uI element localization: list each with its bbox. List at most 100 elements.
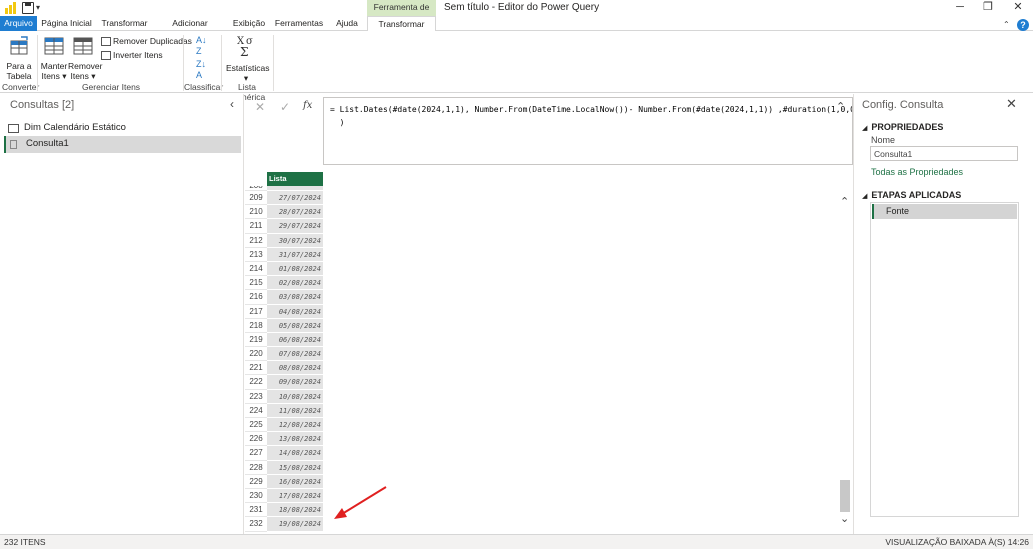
row-number[interactable]: 231 (245, 503, 267, 518)
formula-line-2: ) (330, 118, 345, 127)
row-number[interactable]: 230 (245, 488, 267, 504)
remove-duplicates-button[interactable]: Remover Duplicadas (101, 36, 192, 47)
fx-icon[interactable]: fx (303, 100, 312, 111)
remove-items-button[interactable]: Remover Itens ▾ (68, 34, 102, 81)
row-number[interactable]: 227 (245, 446, 267, 461)
row-number[interactable]: 221 (245, 361, 267, 376)
row-number[interactable]: 226 (245, 432, 267, 447)
row-number[interactable]: 232 (245, 517, 267, 532)
save-icon[interactable] (22, 2, 34, 14)
collapse-ribbon-icon[interactable]: ⌃ (1003, 20, 1010, 29)
table-row: 213 31/07/2024 (245, 247, 323, 262)
cell-value[interactable]: 08/08/2024 (267, 361, 323, 376)
query-item-dim-calendario[interactable]: Dim Calendário Estático (4, 120, 241, 137)
row-number[interactable]: 222 (245, 375, 267, 390)
table-row: 210 28/07/2024 (245, 205, 323, 220)
all-properties-link[interactable]: Todas as Propriedades (871, 167, 963, 177)
properties-section-header[interactable]: ◢ PROPRIEDADES (862, 122, 943, 132)
help-icon[interactable]: ? (1017, 18, 1029, 31)
row-number[interactable]: 218 (245, 318, 267, 333)
to-table-button[interactable]: Para a Tabela (4, 34, 34, 81)
row-number[interactable]: 225 (245, 418, 267, 433)
scroll-down-icon[interactable]: ⌄ (840, 512, 849, 525)
cell-value[interactable]: 01/08/2024 (267, 261, 323, 277)
keep-items-button[interactable]: Manter Itens ▾ (40, 34, 68, 81)
cell-value[interactable]: 09/08/2024 (267, 375, 323, 390)
cell-value[interactable]: 03/08/2024 (267, 290, 323, 305)
statistics-label-1: Estatísticas (226, 63, 270, 73)
tab-transformar-lista[interactable]: Transformar (367, 16, 436, 32)
cell-value[interactable]: 15/08/2024 (267, 460, 323, 475)
query-item-label: Dim Calendário Estático (24, 122, 126, 133)
cell-value[interactable]: 30/07/2024 (267, 233, 323, 248)
commit-formula-icon[interactable]: ✓ (280, 100, 290, 114)
quick-access-dropdown-icon[interactable]: ▾ (36, 3, 40, 12)
tab-transformar[interactable]: Transformar (97, 16, 152, 31)
restore-button[interactable]: ❐ (974, 0, 1002, 16)
power-bi-logo-icon (4, 2, 16, 14)
tab-ajuda[interactable]: Ajuda (332, 16, 362, 31)
sort-ascending-icon[interactable]: A↓ Z (196, 35, 207, 57)
row-number[interactable]: 211 (245, 219, 267, 234)
query-name-input[interactable] (870, 146, 1018, 161)
close-window-button[interactable]: ✕ (1004, 0, 1032, 16)
cell-value[interactable]: 04/08/2024 (267, 304, 323, 319)
row-number[interactable]: 210 (245, 205, 267, 220)
row-number[interactable]: 217 (245, 304, 267, 319)
row-number[interactable]: 212 (245, 233, 267, 248)
cell-value[interactable]: 18/08/2024 (267, 503, 323, 518)
applied-step-fonte[interactable]: Fonte (872, 204, 1017, 219)
cell-value[interactable]: 12/08/2024 (267, 418, 323, 433)
table-row: 211 29/07/2024 (245, 219, 323, 234)
cell-value[interactable]: 14/08/2024 (267, 446, 323, 461)
row-number[interactable]: 219 (245, 332, 267, 348)
query-item-consulta1[interactable]: Consulta1 (4, 136, 241, 153)
collapse-triangle-icon: ◢ (862, 193, 868, 200)
cell-value[interactable]: 10/08/2024 (267, 389, 323, 404)
tab-ferramentas[interactable]: Ferramentas (274, 16, 324, 31)
cancel-formula-icon[interactable]: ✕ (255, 100, 265, 114)
vertical-scrollbar-thumb[interactable] (840, 480, 850, 512)
statistics-button[interactable]: X σ Σ Estatísticas ▾ (226, 34, 270, 83)
collapse-panel-icon[interactable]: ‹ (230, 97, 234, 111)
tab-arquivo[interactable]: Arquivo (0, 16, 37, 31)
row-number[interactable]: 213 (245, 247, 267, 262)
cell-value[interactable]: 19/08/2024 (267, 517, 323, 532)
scroll-up-icon[interactable]: ⌃ (840, 195, 849, 208)
applied-steps-section-header[interactable]: ◢ ETAPAS APLICADAS (862, 190, 961, 200)
cell-value[interactable]: 31/07/2024 (267, 247, 323, 262)
cell-value[interactable]: 17/08/2024 (267, 488, 323, 504)
keep-items-label-2: Itens ▾ (41, 71, 67, 81)
tab-adicionar-coluna[interactable]: Adicionar Coluna (158, 16, 222, 42)
reverse-items-button[interactable]: Inverter Itens (101, 50, 163, 61)
minimize-button[interactable]: ─ (946, 0, 974, 16)
cell-value[interactable]: 07/08/2024 (267, 347, 323, 362)
row-number[interactable]: 228 (245, 460, 267, 475)
expand-formula-icon[interactable]: ⌃ (836, 100, 845, 113)
cell-value[interactable]: 02/08/2024 (267, 276, 323, 291)
sort-descending-icon[interactable]: Z↓ A (196, 59, 206, 81)
formula-input[interactable]: = List.Dates(#date(2024,1,1), Number.Fro… (323, 97, 853, 165)
cell-value[interactable]: 29/07/2024 (267, 219, 323, 234)
tab-exibicao[interactable]: Exibição (229, 16, 269, 31)
cell-value[interactable]: 11/08/2024 (267, 403, 323, 418)
row-number[interactable]: 216 (245, 290, 267, 305)
cell-value[interactable]: 13/08/2024 (267, 432, 323, 447)
data-grid: Lista 20820927/07/202421028/07/202421129… (245, 172, 323, 534)
row-number[interactable]: 224 (245, 403, 267, 418)
row-number[interactable]: 209 (245, 191, 267, 206)
cell-value[interactable]: 27/07/2024 (267, 191, 323, 206)
column-header-lista[interactable]: Lista (267, 172, 323, 186)
row-number[interactable]: 220 (245, 347, 267, 362)
cell-value[interactable]: 28/07/2024 (267, 205, 323, 220)
cell-value[interactable]: 06/08/2024 (267, 332, 323, 348)
row-number[interactable]: 223 (245, 389, 267, 404)
tab-pagina-inicial[interactable]: Página Inicial (40, 16, 93, 31)
row-number[interactable]: 214 (245, 261, 267, 277)
cell-value[interactable]: 05/08/2024 (267, 318, 323, 333)
row-number[interactable]: 215 (245, 276, 267, 291)
cell-value[interactable]: 16/08/2024 (267, 474, 323, 489)
row-number[interactable]: 229 (245, 474, 267, 489)
table-row: 232 19/08/2024 (245, 517, 323, 532)
close-settings-icon[interactable]: ✕ (1006, 96, 1017, 112)
